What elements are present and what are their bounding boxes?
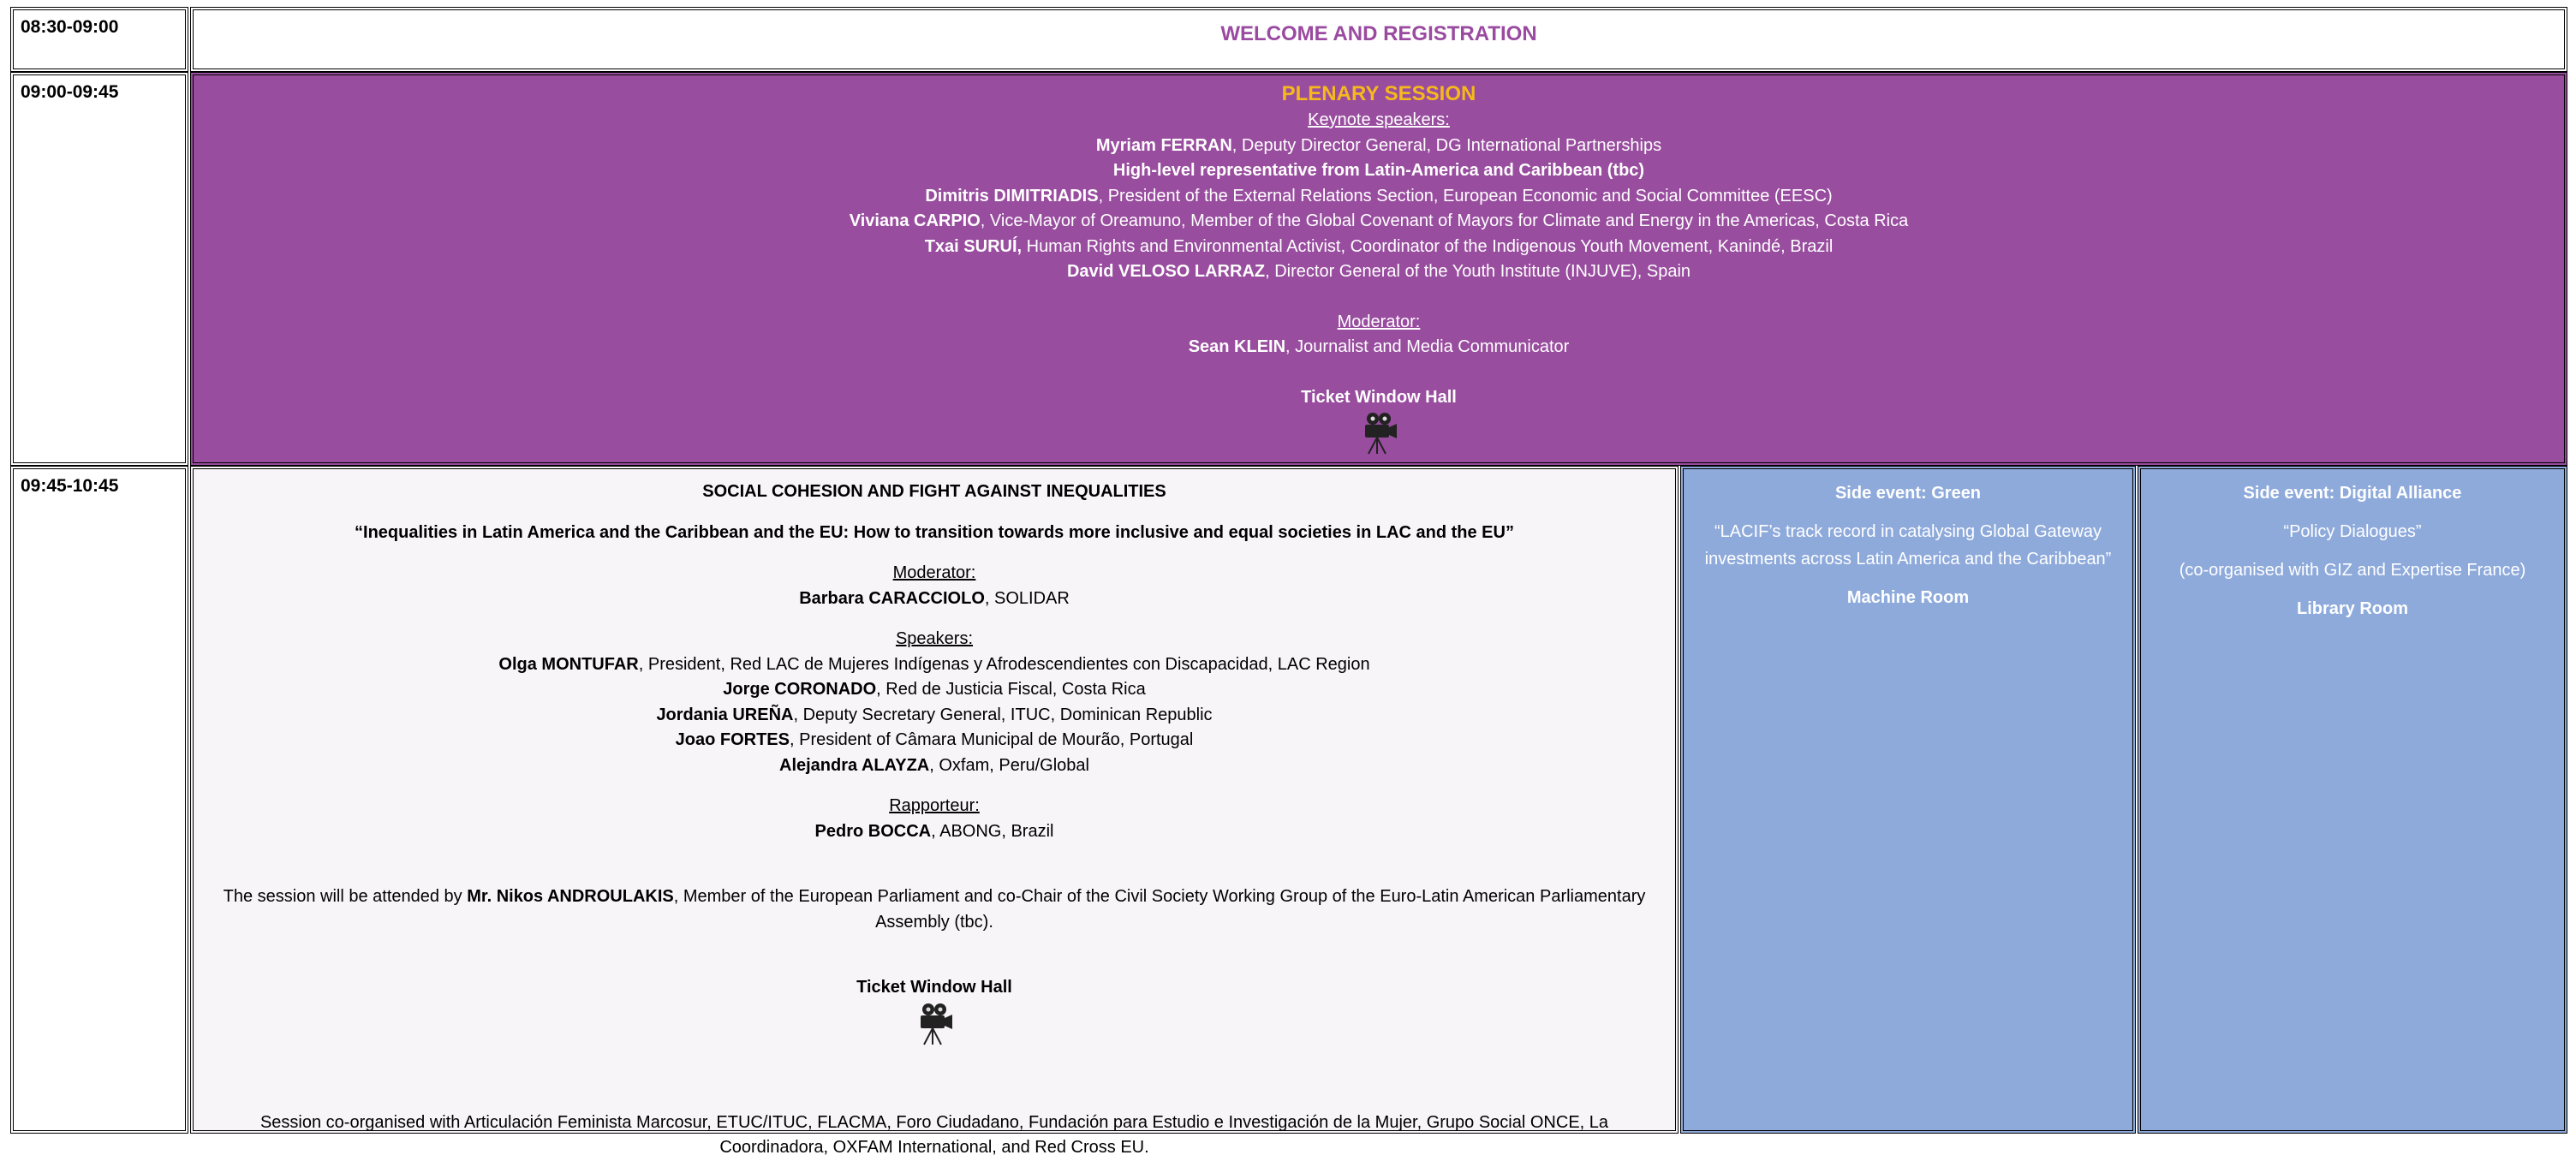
- keynote-speaker: Dimitris DIMITRIADIS, President of the E…: [925, 186, 1833, 205]
- rapporteur-label: Rapporteur:: [889, 796, 980, 815]
- video-camera-icon: [194, 412, 2564, 455]
- side-event-digital-cell: Side event: Digital Alliance “Policy Dia…: [2138, 466, 2567, 1134]
- room-label: Machine Room: [1846, 588, 1970, 607]
- time-label: 08:30-09:00: [21, 17, 119, 37]
- speaker: Joao FORTES, President of Câmara Municip…: [675, 730, 1194, 749]
- side-event-description: “Policy Dialogues”: [2283, 522, 2422, 541]
- room-label: Ticket Window Hall: [1301, 387, 1457, 407]
- attended-note: The session will be attended by Mr. Niko…: [223, 887, 1646, 932]
- speaker: Jorge CORONADO, Red de Justicia Fiscal, …: [723, 680, 1146, 699]
- moderator: Sean KLEIN, Journalist and Media Communi…: [1188, 337, 1570, 356]
- moderator-label: Moderator:: [892, 563, 976, 582]
- side-event-green-cell: Side event: Green “LACIF’s track record …: [1680, 466, 2136, 1134]
- welcome-title: WELCOME AND REGISTRATION: [1220, 22, 1537, 45]
- welcome-cell: WELCOME AND REGISTRATION: [190, 7, 2567, 72]
- side-event-title: Side event: Green: [1834, 484, 1982, 503]
- speaker: Olga MONTUFAR, President, Red LAC de Muj…: [498, 654, 1370, 674]
- rapporteur: Pedro BOCCA, ABONG, Brazil: [814, 821, 1054, 841]
- session-title: SOCIAL COHESION AND FIGHT AGAINST INEQUA…: [702, 482, 1166, 501]
- side-event-title: Side event: Digital Alliance: [2243, 484, 2462, 503]
- moderator-label: Moderator:: [1337, 312, 1421, 331]
- video-camera-icon: [194, 1003, 1675, 1045]
- keynote-speaker: High-level representative from Latin-Ame…: [1112, 161, 1645, 180]
- session-subtitle: “Inequalities in Latin America and the C…: [355, 522, 1514, 542]
- speaker: Jordania UREÑA, Deputy Secretary General…: [656, 705, 1213, 724]
- plenary-title: PLENARY SESSION: [1281, 82, 1476, 105]
- time-cell-welcome: 08:30-09:00: [10, 7, 188, 72]
- keynote-speaker: Txai SURUÍ, Human Rights and Environment…: [924, 236, 1834, 256]
- coorganised-note: Session co-organised with Articulación F…: [259, 1112, 1609, 1158]
- time-label: 09:00-09:45: [21, 82, 119, 102]
- time-cell-main: 09:45-10:45: [10, 466, 188, 1134]
- side-event-description: “LACIF’s track record in catalysing Glob…: [1704, 522, 2112, 569]
- keynote-speaker: Viviana CARPIO, Vice-Mayor of Oreamuno, …: [849, 211, 1909, 230]
- keynote-label: Keynote speakers:: [1308, 110, 1450, 129]
- room-label: Ticket Window Hall: [856, 978, 1012, 997]
- time-cell-plenary: 09:00-09:45: [10, 72, 188, 466]
- keynote-speaker: David VELOSO LARRAZ, Director General of…: [1066, 262, 1691, 281]
- speaker: Alejandra ALAYZA, Oxfam, Peru/Global: [779, 755, 1089, 775]
- moderator: Barbara CARACCIOLO, SOLIDAR: [799, 588, 1070, 608]
- speakers-label: Speakers:: [895, 629, 974, 648]
- social-cohesion-cell: SOCIAL COHESION AND FIGHT AGAINST INEQUA…: [190, 466, 1679, 1157]
- room-label: Library Room: [2296, 599, 2409, 618]
- agenda-table: 08:30-09:00 WELCOME AND REGISTRATION 09:…: [0, 0, 2576, 1157]
- side-event-organisers: (co-organised with GIZ and Expertise Fra…: [2179, 561, 2526, 580]
- time-label: 09:45-10:45: [21, 476, 119, 496]
- plenary-cell: PLENARY SESSION Keynote speakers: Myriam…: [190, 72, 2567, 466]
- keynote-speaker: Myriam FERRAN, Deputy Director General, …: [1095, 135, 1662, 155]
